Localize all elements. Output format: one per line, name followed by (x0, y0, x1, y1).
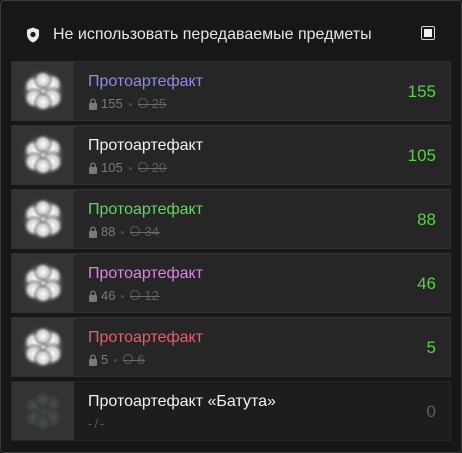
artifact-thumbnail (12, 62, 74, 120)
artifact-blob (33, 92, 53, 112)
item-row[interactable]: Протоартефакт «Батута» -/- 0 (11, 381, 451, 441)
separator-dot (128, 102, 132, 106)
trade-icon (137, 98, 148, 108)
artifact-blob (33, 326, 53, 346)
item-row[interactable]: Протоартефакт 5 6 5 (11, 317, 451, 377)
artifact-thumbnail (12, 190, 74, 248)
artifact-thumbnail (12, 318, 74, 376)
separator-dot (114, 358, 118, 362)
lock-icon (89, 98, 97, 110)
item-meta: 88 34 (88, 224, 161, 240)
artifact-thumbnail (12, 254, 74, 312)
separator-dot (128, 166, 132, 170)
artifact-blob (33, 198, 53, 218)
item-count: 0 (426, 402, 436, 421)
item-row[interactable]: Протоартефакт 46 12 46 (11, 253, 451, 313)
artifact-blob (33, 412, 53, 432)
item-meta-empty: -/- (88, 416, 107, 431)
item-count: 105 (407, 146, 436, 165)
locked-count: 155 (101, 96, 123, 111)
item-selection-panel: Не использовать передаваемые предметы Пр… (0, 0, 462, 453)
item-count: 88 (417, 210, 436, 229)
item-name: Протоартефакт «Батута» (88, 393, 276, 410)
checkbox-checkmark (424, 29, 432, 37)
item-meta: 155 25 (88, 96, 168, 112)
separator-dot (121, 230, 125, 234)
trade-icon (130, 290, 141, 300)
item-row[interactable]: Протоартефакт 105 20 105 (11, 125, 451, 185)
item-list: Протоартефакт 155 25 155 Протоартефакт 1… (11, 61, 451, 445)
item-name: Протоартефакт (88, 329, 204, 346)
locked-count: 88 (101, 224, 116, 239)
artifact-blob (33, 156, 53, 176)
artifact-blob (33, 348, 53, 368)
item-name: Протоартефакт (88, 265, 204, 282)
item-row[interactable]: Протоартефакт 88 34 88 (11, 189, 451, 249)
item-count: 5 (426, 338, 436, 357)
artifact-thumbnail-dim (12, 382, 74, 440)
item-name: Протоартефакт (88, 201, 204, 218)
artifact-blob (33, 262, 53, 282)
item-name: Протоартефакт (88, 137, 204, 154)
header-label: Не использовать передаваемые предметы (53, 26, 372, 43)
trade-icon (123, 354, 134, 364)
locked-count: 5 (101, 352, 109, 367)
item-meta: 5 6 (88, 352, 146, 368)
item-name: Протоартефакт (88, 73, 204, 90)
artifact-blob (33, 220, 53, 240)
item-row[interactable]: Протоартефакт 155 25 155 (11, 61, 451, 121)
trade-icon (130, 226, 141, 236)
separator-dot (121, 294, 125, 298)
tradable-count: 6 (123, 352, 146, 368)
artifact-blob (33, 390, 53, 410)
lock-icon (89, 290, 97, 302)
item-meta: 46 12 (88, 288, 161, 304)
item-meta: -/- (88, 416, 106, 432)
tradable-count: 20 (137, 160, 168, 176)
locked-count: 105 (101, 160, 123, 175)
lock-icon (89, 226, 97, 238)
artifact-blob (33, 284, 53, 304)
item-count: 46 (417, 274, 436, 293)
untradable-only-checkbox[interactable] (421, 26, 435, 40)
trade-icon (137, 162, 148, 172)
lock-icon (89, 162, 97, 174)
shield-icon (27, 27, 39, 43)
tradable-count: 12 (130, 288, 161, 304)
item-meta: 105 20 (88, 160, 168, 176)
tradable-count: 25 (137, 96, 168, 112)
artifact-thumbnail (12, 126, 74, 184)
lock-icon (89, 354, 97, 366)
header: Не использовать передаваемые предметы (1, 1, 461, 57)
locked-count: 46 (101, 288, 116, 303)
artifact-blob (33, 70, 53, 90)
tradable-count: 34 (130, 224, 161, 240)
item-count: 155 (407, 82, 436, 101)
artifact-blob (33, 134, 53, 154)
